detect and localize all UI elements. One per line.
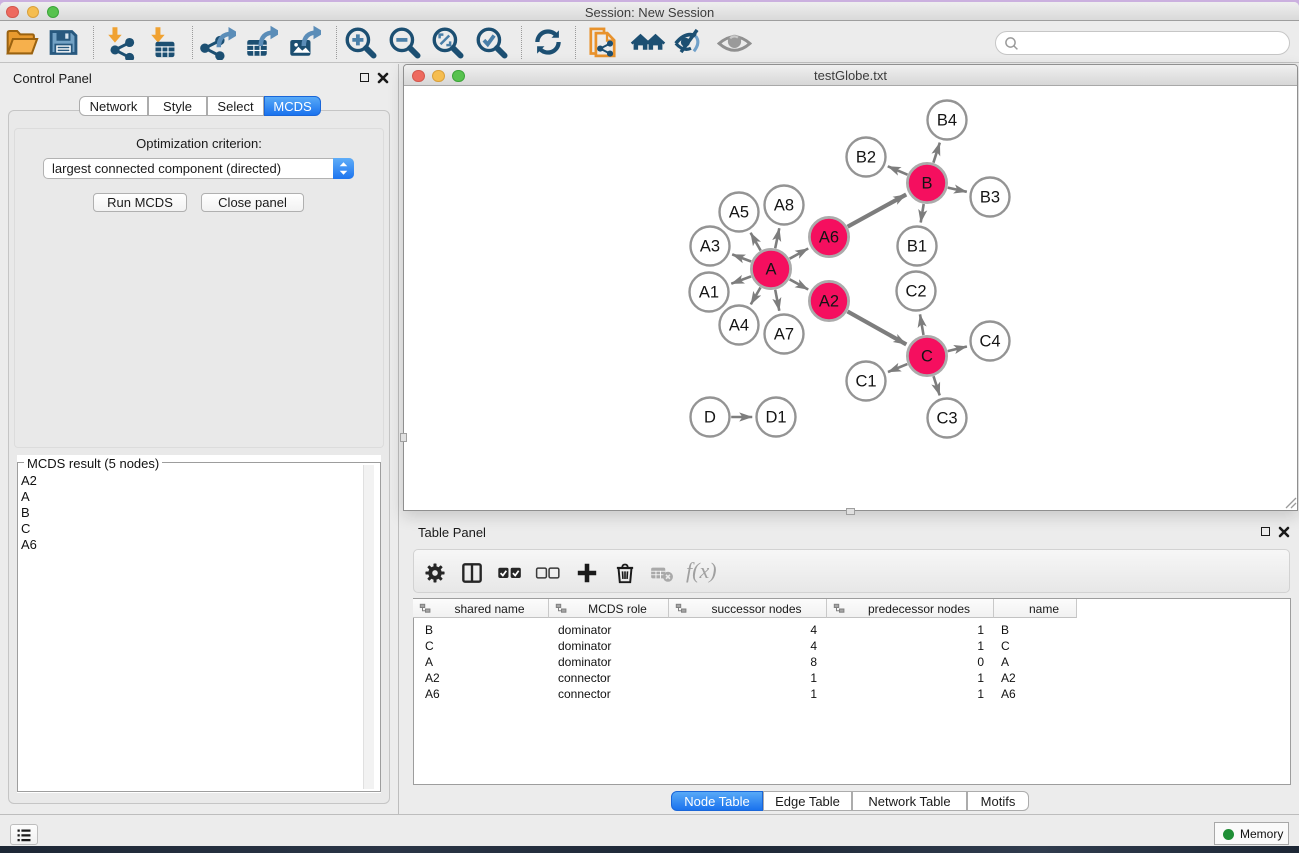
- svg-text:C1: C1: [855, 373, 876, 391]
- svg-text:D1: D1: [765, 409, 786, 427]
- svg-text:B: B: [921, 175, 932, 193]
- svg-text:B4: B4: [937, 112, 957, 130]
- svg-text:B2: B2: [856, 149, 876, 167]
- svg-text:C2: C2: [905, 283, 926, 301]
- svg-text:A5: A5: [729, 204, 749, 222]
- svg-text:B3: B3: [980, 189, 1000, 207]
- svg-text:A4: A4: [729, 317, 749, 335]
- svg-text:A8: A8: [774, 197, 794, 215]
- svg-text:C4: C4: [979, 333, 1000, 351]
- svg-text:A7: A7: [774, 326, 794, 344]
- svg-text:A3: A3: [700, 238, 720, 256]
- svg-text:B1: B1: [907, 238, 927, 256]
- svg-text:C3: C3: [936, 410, 957, 428]
- svg-text:C: C: [921, 348, 933, 366]
- svg-text:A: A: [765, 261, 776, 279]
- svg-text:A1: A1: [699, 284, 719, 302]
- svg-text:A2: A2: [819, 293, 839, 311]
- svg-text:A6: A6: [819, 229, 839, 247]
- svg-text:D: D: [704, 409, 716, 427]
